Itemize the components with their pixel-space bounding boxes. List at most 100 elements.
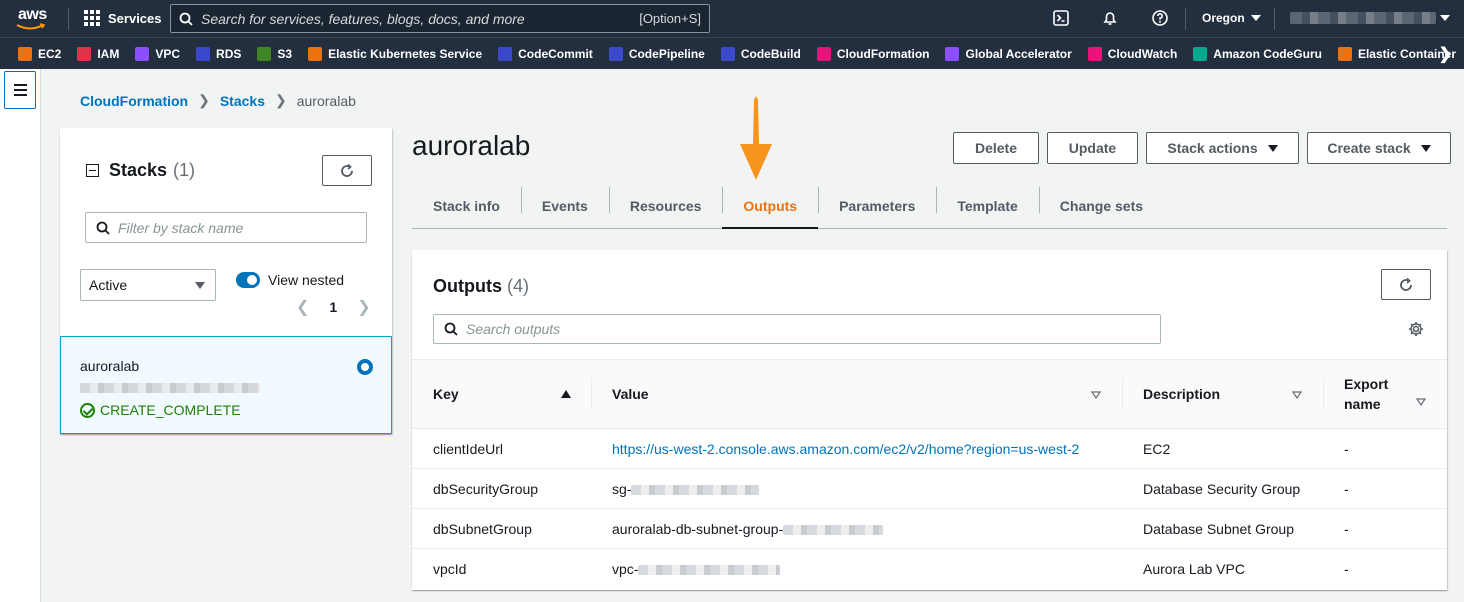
favorite-cloudformation[interactable]: CloudFormation	[816, 46, 929, 61]
chevron-right-icon[interactable]: ❯	[1439, 44, 1452, 64]
tab-events[interactable]: Events	[520, 183, 609, 228]
sort-icon[interactable]	[1416, 398, 1426, 406]
search-icon	[96, 221, 110, 235]
favorite-codebuild[interactable]: CodeBuild	[720, 46, 801, 61]
favorite-amazon-codeguru[interactable]: Amazon CodeGuru	[1193, 46, 1322, 61]
favorite-label: RDS	[216, 46, 242, 61]
service-icon	[498, 46, 513, 61]
update-button[interactable]: Update	[1047, 132, 1138, 164]
tab-resources[interactable]: Resources	[608, 183, 723, 228]
sort-ascending-icon[interactable]	[561, 390, 571, 398]
help-icon[interactable]	[1151, 9, 1169, 27]
stack-name: auroralab	[80, 358, 140, 374]
stack-list-item[interactable]: auroralab CREATE_COMPLETE	[60, 336, 392, 434]
region-selector[interactable]: Oregon	[1202, 11, 1261, 25]
menu-icon[interactable]	[4, 71, 36, 109]
tab-parameters[interactable]: Parameters	[818, 183, 936, 228]
favorite-codepipeline[interactable]: CodePipeline	[608, 46, 705, 61]
favorite-codecommit[interactable]: CodeCommit	[498, 46, 593, 61]
table-row: vpcId vpc- Aurora Lab VPC -	[412, 549, 1447, 589]
grid-icon	[84, 10, 100, 26]
column-export-name[interactable]: Export name	[1323, 359, 1447, 429]
column-value-label: Value	[612, 386, 649, 402]
service-icon	[945, 46, 960, 61]
tab-template[interactable]: Template	[936, 183, 1038, 228]
stack-actions-button[interactable]: Stack actions	[1146, 132, 1299, 164]
column-export-label-line1: Export	[1344, 376, 1389, 392]
search-outputs-input[interactable]: Search outputs	[433, 314, 1161, 344]
cell-value-text: sg-	[612, 480, 632, 497]
sort-icon[interactable]	[1292, 391, 1302, 399]
stacks-count: (1)	[173, 160, 196, 180]
favorite-global-accelerator[interactable]: Global Accelerator	[945, 46, 1072, 61]
breadcrumb: CloudFormation ❯ Stacks ❯ auroralab	[80, 92, 356, 109]
collapse-icon[interactable]	[86, 164, 99, 177]
favorite-label: IAM	[97, 46, 120, 61]
chevron-right-icon[interactable]: ❯	[357, 297, 370, 317]
aws-logo-text: aws	[18, 6, 47, 23]
favorite-ec2[interactable]: EC2	[18, 46, 61, 61]
favorite-cloudwatch[interactable]: CloudWatch	[1087, 46, 1177, 61]
outputs-title: Outputs (4)	[433, 276, 529, 297]
status-filter-value: Active	[89, 277, 128, 293]
table-row: clientIdeUrl https://us-west-2.console.a…	[412, 428, 1447, 469]
stack-filter-input[interactable]: Filter by stack name	[85, 212, 367, 243]
stack-detail-tabs: Stack info Events Resources Outputs Paramete…	[412, 183, 1447, 229]
status-filter-select[interactable]: Active	[80, 269, 216, 301]
service-icon	[1087, 46, 1102, 61]
aws-logo[interactable]: aws	[16, 6, 52, 32]
stacks-panel-title: Stacks (1)	[86, 160, 195, 181]
create-stack-button[interactable]: Create stack	[1307, 132, 1451, 164]
caret-down-icon	[195, 281, 205, 289]
bell-icon[interactable]	[1101, 9, 1119, 27]
chevron-left-icon[interactable]: ❮	[296, 297, 309, 317]
sort-icon[interactable]	[1091, 391, 1101, 399]
search-icon	[179, 12, 193, 26]
cell-description: EC2	[1122, 428, 1323, 469]
cell-export: -	[1344, 560, 1349, 577]
breadcrumb-current: auroralab	[296, 92, 356, 109]
caret-down-icon[interactable]	[1440, 15, 1450, 21]
region-label: Oregon	[1202, 11, 1245, 25]
output-url-link[interactable]: https://us-west-2.console.aws.amazon.com…	[612, 441, 1079, 457]
favorite-vpc[interactable]: VPC	[135, 46, 180, 61]
column-description[interactable]: Description	[1122, 359, 1323, 429]
aws-smile-icon	[16, 23, 46, 30]
chevron-right-icon: ❯	[275, 92, 287, 108]
refresh-stacks-button[interactable]	[322, 155, 372, 186]
caret-down-icon	[1267, 144, 1278, 152]
service-icon	[1193, 46, 1208, 61]
tab-stack-info[interactable]: Stack info	[412, 183, 521, 228]
view-nested-label: View nested	[268, 272, 345, 288]
column-value[interactable]: Value	[591, 359, 1122, 429]
gear-icon[interactable]	[1408, 321, 1424, 337]
account-menu-redacted[interactable]	[1290, 12, 1436, 24]
table-header-row: Key Value Description Export name	[412, 359, 1447, 429]
stacks-title-text: Stacks	[109, 160, 168, 180]
redacted-value	[631, 484, 760, 495]
view-nested-toggle[interactable]	[236, 272, 260, 288]
favorite-elastic-kubernetes-service[interactable]: Elastic Kubernetes Service	[308, 46, 482, 61]
tab-outputs[interactable]: Outputs	[722, 183, 818, 229]
cloudshell-icon[interactable]	[1052, 9, 1070, 27]
caret-down-icon	[1250, 15, 1261, 21]
stack-radio-selected[interactable]	[357, 359, 373, 375]
breadcrumb-stacks[interactable]: Stacks	[220, 93, 265, 109]
table-row: dbSecurityGroup sg- Database Security Gr…	[412, 468, 1447, 509]
service-icon	[77, 46, 92, 61]
page-number[interactable]: 1	[329, 299, 337, 315]
service-icon	[308, 46, 323, 61]
favorite-s3[interactable]: S3	[257, 46, 292, 61]
breadcrumb-cloudformation[interactable]: CloudFormation	[80, 93, 188, 109]
cell-value-text: vpc-	[612, 560, 639, 577]
services-menu-button[interactable]: Services	[84, 10, 162, 26]
cell-value-text: auroralab-db-subnet-group-	[612, 520, 784, 537]
global-search-input[interactable]: Search for services, features, blogs, do…	[170, 4, 710, 33]
favorite-rds[interactable]: RDS	[196, 46, 242, 61]
delete-button[interactable]: Delete	[953, 132, 1039, 164]
favorite-iam[interactable]: IAM	[77, 46, 120, 61]
column-export-label: Export name	[1344, 374, 1447, 414]
column-key[interactable]: Key	[412, 359, 591, 429]
tab-change-sets[interactable]: Change sets	[1038, 183, 1164, 228]
refresh-outputs-button[interactable]	[1381, 269, 1431, 300]
